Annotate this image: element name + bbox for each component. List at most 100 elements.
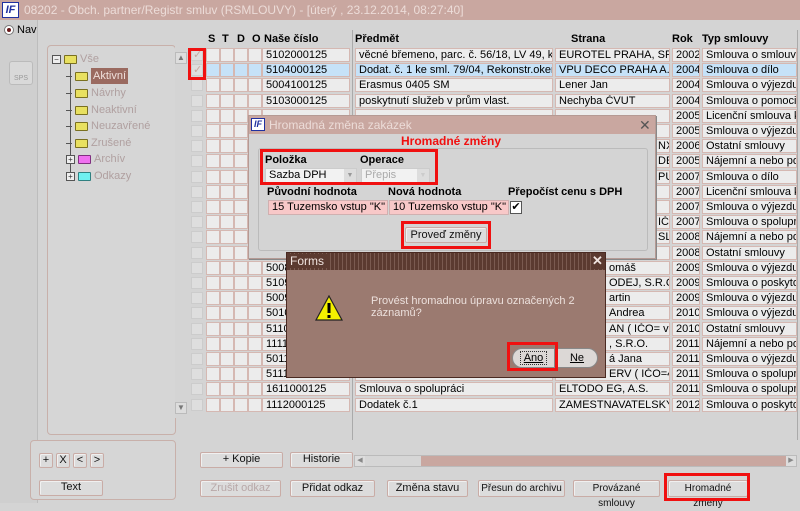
row-checkbox[interactable] <box>191 63 203 77</box>
row-checkbox[interactable] <box>191 307 203 320</box>
flag-cell-d[interactable] <box>234 352 248 366</box>
flag-cell-o[interactable] <box>248 63 262 78</box>
flag-cell-t[interactable] <box>220 154 234 169</box>
cell-predmet[interactable]: Smlouva o spolupráci <box>355 382 553 397</box>
flag-cell-t[interactable] <box>220 63 234 78</box>
flag-cell-o[interactable] <box>248 336 262 351</box>
flag-cell-t[interactable] <box>220 260 234 275</box>
cell-typ[interactable]: Nájemní a nebo podna <box>702 336 797 351</box>
flag-cell-t[interactable] <box>220 352 234 366</box>
tree-item-neuzavrene[interactable]: Neuzavřené <box>66 118 150 134</box>
sps-button[interactable]: SPS <box>9 61 33 85</box>
flag-cell-t[interactable] <box>220 215 234 230</box>
row-checkbox[interactable] <box>191 155 203 168</box>
close-icon[interactable]: ✕ <box>592 253 603 269</box>
flag-cell-t[interactable] <box>220 139 234 154</box>
flag-cell-t[interactable] <box>220 367 234 382</box>
flag-cell-s[interactable] <box>206 306 220 321</box>
cell-rok[interactable]: 2004 <box>672 93 700 108</box>
flag-cell-o[interactable] <box>248 48 262 62</box>
row-checkbox[interactable] <box>191 322 203 335</box>
flag-cell-t[interactable] <box>220 108 234 123</box>
flag-cell-d[interactable] <box>234 367 248 382</box>
flag-cell-t[interactable] <box>220 245 234 260</box>
flag-cell-d[interactable] <box>234 291 248 306</box>
text-button[interactable]: Text <box>39 480 103 496</box>
cell-rok[interactable]: 2011 <box>672 336 700 351</box>
flag-cell-o[interactable] <box>248 78 262 93</box>
flag-cell-s[interactable] <box>206 245 220 260</box>
cell-cislo[interactable]: 5004100125 <box>262 78 350 93</box>
cell-rok[interactable]: 2011 <box>672 352 700 366</box>
cell-rok[interactable]: 2004 <box>672 78 700 93</box>
flag-cell-s[interactable] <box>206 352 220 366</box>
cell-typ[interactable]: Smlouva o poskytová <box>702 397 797 412</box>
row-checkbox[interactable] <box>191 231 203 244</box>
close-icon[interactable]: ✕ <box>639 117 651 134</box>
chevron-down-icon[interactable]: ▼ <box>344 169 356 182</box>
cell-typ[interactable]: Smlouva o výjezdu st <box>702 291 797 306</box>
flag-cell-o[interactable] <box>248 397 262 412</box>
flag-cell-s[interactable] <box>206 154 220 169</box>
row-checkbox[interactable] <box>191 170 203 183</box>
cell-rok[interactable]: 2002 <box>672 48 700 62</box>
copy-button[interactable]: + Kopie <box>200 452 283 468</box>
scroll-left-icon[interactable]: ◀ <box>355 456 365 466</box>
row-checkbox[interactable] <box>191 383 203 396</box>
cell-strana[interactable]: ZAMESTNAVATELSKY S <box>555 397 670 412</box>
cell-rok[interactable]: 2006 <box>672 139 700 154</box>
flag-cell-d[interactable] <box>234 124 248 138</box>
cell-strana[interactable]: EUROTEL PRAHA, SPOL. <box>555 48 670 62</box>
cell-rok[interactable]: 2012 <box>672 397 700 412</box>
new-value-field[interactable]: 10 Tuzemsko vstup "K" <box>389 200 509 215</box>
cell-rok[interactable]: 2008 <box>672 245 700 260</box>
tree-item-neaktivni[interactable]: Neaktivní <box>66 102 137 118</box>
row-checkbox[interactable] <box>191 277 203 289</box>
cell-strana[interactable]: VPU DECO PRAHA A.S. <box>555 63 670 78</box>
flag-cell-t[interactable] <box>220 306 234 321</box>
cell-typ[interactable]: Smlouva o poskytová <box>702 276 797 290</box>
tree-item-navrhy[interactable]: Návrhy <box>66 85 126 101</box>
cell-typ[interactable]: Ostatní smlouvy <box>702 139 797 154</box>
cell-predmet[interactable]: věcné břemeno, parc. č. 56/18, LV 49, k.… <box>355 48 553 62</box>
tree-item-vse[interactable]: − Vše <box>52 51 99 67</box>
flag-cell-d[interactable] <box>234 397 248 412</box>
scroll-right-icon[interactable]: ▶ <box>786 456 796 466</box>
cell-cislo[interactable]: 5103000125 <box>262 93 350 108</box>
add-node-button[interactable]: + <box>39 453 53 468</box>
flag-cell-s[interactable] <box>206 291 220 306</box>
flag-cell-s[interactable] <box>206 397 220 412</box>
cell-typ[interactable]: Licenční smlouva k pr <box>702 184 797 199</box>
cell-strana[interactable]: Nechyba ČVUT <box>555 93 670 108</box>
flag-cell-d[interactable] <box>234 63 248 78</box>
flag-cell-s[interactable] <box>206 260 220 275</box>
cell-typ[interactable]: Ostatní smlouvy <box>702 321 797 336</box>
history-button[interactable]: Historie <box>290 452 353 468</box>
flag-cell-t[interactable] <box>220 336 234 351</box>
original-value-field[interactable]: 15 Tuzemsko vstup "K" <box>268 200 388 215</box>
yes-button[interactable]: Ano <box>512 348 555 368</box>
flag-cell-s[interactable] <box>206 48 220 62</box>
cell-typ[interactable]: Nájemní a nebo podna <box>702 154 797 169</box>
cell-rok[interactable]: 2009 <box>672 260 700 275</box>
cell-rok[interactable]: 2005 <box>672 154 700 169</box>
cell-typ[interactable]: Smlouva o výjezdu st <box>702 260 797 275</box>
cell-cislo[interactable]: 1611000125 <box>262 382 350 397</box>
row-checkbox[interactable] <box>191 94 203 107</box>
flag-cell-o[interactable] <box>248 276 262 290</box>
flag-cell-d[interactable] <box>234 245 248 260</box>
row-checkbox[interactable] <box>191 185 203 198</box>
cell-rok[interactable]: 2005 <box>672 124 700 138</box>
chevron-down-icon[interactable]: ▼ <box>417 169 429 182</box>
cell-rok[interactable]: 2007 <box>672 200 700 214</box>
row-checkbox[interactable] <box>191 216 203 229</box>
cell-typ[interactable]: Smlouva o pomoci ve <box>702 93 797 108</box>
prev-button[interactable]: < <box>73 453 87 468</box>
flag-cell-d[interactable] <box>234 108 248 123</box>
flag-cell-s[interactable] <box>206 169 220 184</box>
flag-cell-s[interactable] <box>206 367 220 382</box>
flag-cell-o[interactable] <box>248 291 262 306</box>
cell-typ[interactable]: Smlouva o dílo <box>702 63 797 78</box>
cell-rok[interactable]: 2005 <box>672 108 700 123</box>
linked-contracts-button[interactable]: Provázané smlouvy <box>573 480 660 509</box>
